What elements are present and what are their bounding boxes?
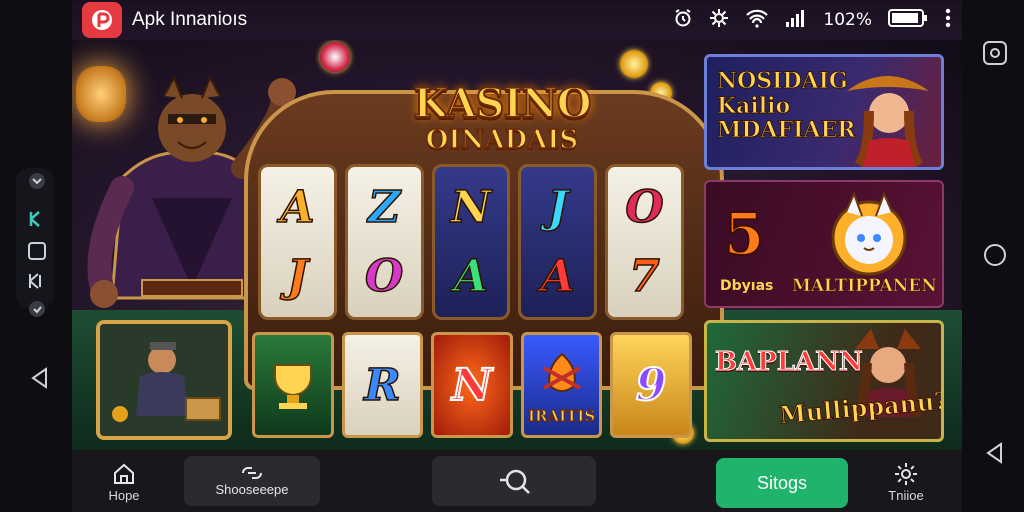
reel-symbol: A xyxy=(280,181,316,234)
game-title: KASINO xyxy=(412,79,592,128)
alarm-icon xyxy=(673,8,693,33)
character-promo-card[interactable] xyxy=(96,320,232,440)
left-bezel xyxy=(0,0,72,512)
game-title-banner: KASINO OINADAIS xyxy=(397,58,607,176)
kink-icon[interactable] xyxy=(26,208,48,230)
reel-symbol: O xyxy=(625,181,665,234)
screenshot-icon[interactable] xyxy=(980,38,1010,68)
battery-icon xyxy=(888,8,928,33)
home-icon xyxy=(114,463,134,484)
nav-showcase[interactable]: Shooseeepe xyxy=(184,456,320,506)
reel-symbol: J xyxy=(547,181,569,234)
tile-symbol: N xyxy=(451,359,493,412)
home-circle-icon[interactable] xyxy=(982,242,1008,268)
nav-home[interactable]: Hope xyxy=(100,458,148,506)
reel-1[interactable]: A J xyxy=(258,164,337,320)
tile-golden-cup[interactable] xyxy=(252,332,334,438)
promo-subtitle: Mullippanu? xyxy=(778,385,944,430)
back-icon[interactable] xyxy=(26,364,54,392)
multiplier-title: MALTIPPANEN xyxy=(792,276,937,297)
multiplier-number: 5 xyxy=(723,199,765,269)
settings-gear-icon xyxy=(709,8,729,33)
multiplier-caption: Dbyıas xyxy=(720,278,774,294)
promo-panel-noside[interactable]: NOSIDAIG Kailio MDAFIAER xyxy=(704,54,944,170)
promo-line: MDAFIAER xyxy=(717,117,857,144)
nav-cta-button[interactable]: Sitogs xyxy=(716,458,848,508)
status-bar: Apk Innanioıs 102% xyxy=(72,0,962,40)
chevron-down-icon[interactable] xyxy=(26,170,48,192)
reel-5[interactable]: O 7 xyxy=(605,164,684,320)
nav-showcase-label: Shooseeepe xyxy=(215,481,289,497)
right-bezel xyxy=(962,0,1024,512)
promo-title: BAPLANN xyxy=(715,347,864,378)
reel-symbol: N xyxy=(450,181,492,234)
back-icon[interactable] xyxy=(982,440,1008,466)
reel-3[interactable]: N A xyxy=(431,164,511,320)
wifi-icon xyxy=(745,8,769,33)
reel-2[interactable]: Z O xyxy=(344,164,424,320)
gold-coin xyxy=(620,50,648,78)
promo-panel-multiplier[interactable]: 5 Dbyıas MALTIPPANEN xyxy=(704,180,944,308)
reel-symbol: A xyxy=(453,250,489,303)
reel-symbol: A xyxy=(540,250,576,303)
reel-symbol: O xyxy=(364,250,404,303)
promo-line: NOSIDAIG xyxy=(717,68,849,94)
tile-n[interactable]: N xyxy=(431,332,513,438)
more-icon[interactable] xyxy=(944,7,952,34)
tile-symbol: 9 xyxy=(635,359,668,412)
rotate-icon[interactable] xyxy=(24,268,50,294)
cowgirl-illustration xyxy=(847,76,929,167)
bottom-nav-bar: Hope Shooseeepe Sitogs Tniioe xyxy=(72,450,962,512)
tile-nine[interactable]: 9 xyxy=(610,332,692,438)
link-icon xyxy=(242,466,262,479)
game-subtitle: OINADAIS xyxy=(425,124,579,156)
reel-symbol: 7 xyxy=(629,250,661,303)
tile-label: IRAITIS xyxy=(528,407,596,426)
slot-reels[interactable]: A J Z O N A J A O 7 xyxy=(258,164,684,320)
promo-panel-text: NOSIDAIG Kailio MDAFIAER xyxy=(717,68,857,144)
bonus-tiles: R N IRAITIS 9 xyxy=(252,332,692,438)
battery-percent: 102% xyxy=(823,10,872,30)
search-icon xyxy=(500,469,530,494)
nav-home-label: Hope xyxy=(108,487,140,503)
signal-icon xyxy=(785,8,807,33)
settings-gear-icon xyxy=(895,462,917,485)
tile-symbol: R xyxy=(363,359,401,412)
app-logo-icon[interactable] xyxy=(82,2,122,38)
app-title: Apk Innanioıs xyxy=(132,9,248,30)
promo-line: Kailio xyxy=(717,92,791,119)
nav-settings[interactable]: Tniioe xyxy=(880,458,932,506)
phone-screen: Apk Innanioıs 102% KASINO OINADAIS A J Z… xyxy=(0,0,1024,512)
promo-panel-baplann[interactable]: BAPLANN Mullippanu? xyxy=(704,320,944,442)
poker-chip xyxy=(320,42,350,72)
status-icons: 102% xyxy=(673,7,952,34)
reel-4[interactable]: J A xyxy=(518,164,598,320)
game-canvas[interactable]: KASINO OINADAIS A J Z O N A J A O 7 R N … xyxy=(72,40,962,450)
nav-search[interactable] xyxy=(432,456,596,506)
square-icon[interactable] xyxy=(24,238,50,264)
reel-symbol: Z xyxy=(367,181,401,234)
tile-iraitis[interactable]: IRAITIS xyxy=(520,332,603,438)
reel-symbol: J xyxy=(286,250,308,303)
nav-settings-label: Tniioe xyxy=(888,487,924,503)
shield-icon[interactable] xyxy=(26,298,48,320)
cat-mascot-icon xyxy=(831,191,907,276)
tile-r[interactable]: R xyxy=(341,332,424,438)
